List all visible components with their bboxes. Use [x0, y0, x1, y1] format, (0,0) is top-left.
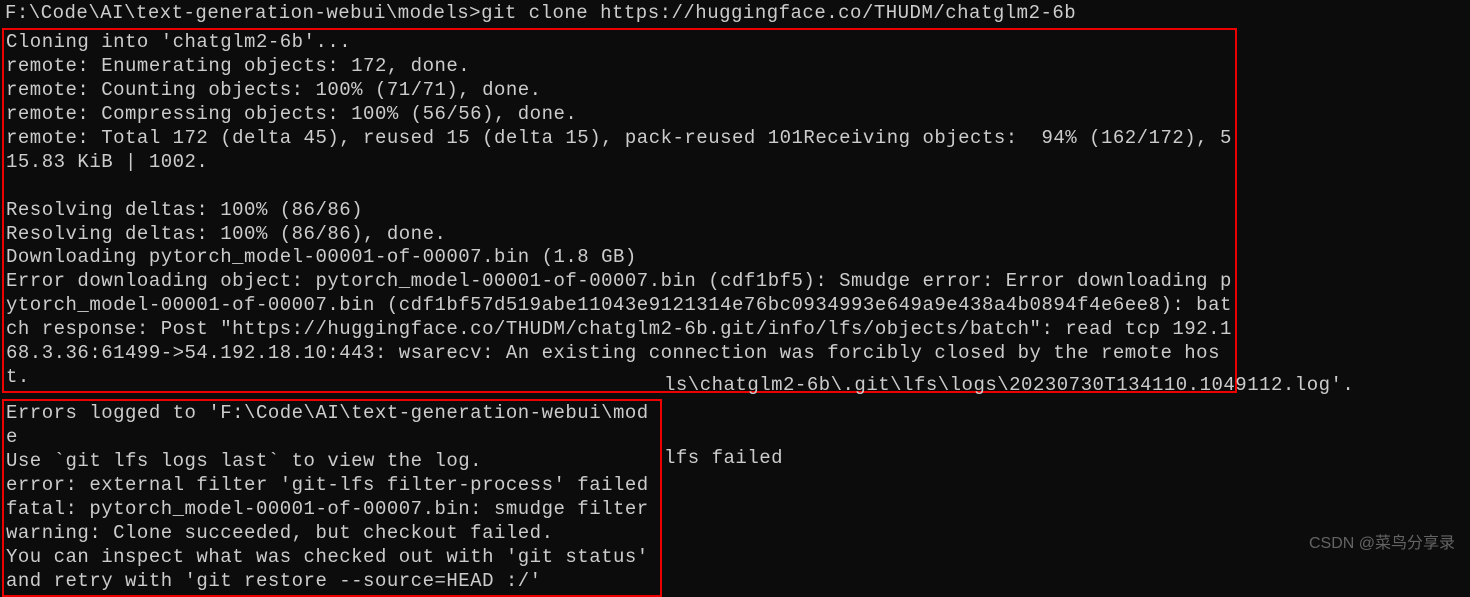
terminal-output: warning: Clone succeeded, but checkout f…	[6, 522, 658, 546]
terminal-output: remote: Compressing objects: 100% (56/56…	[6, 103, 1233, 127]
terminal-output: Use `git lfs logs last` to view the log.	[6, 450, 658, 474]
terminal-output: Cloning into 'chatglm2-6b'...	[6, 31, 1233, 55]
terminal-output: Errors logged to 'F:\Code\AI\text-genera…	[6, 402, 658, 450]
terminal-output: and retry with 'git restore --source=HEA…	[6, 570, 658, 594]
overflow-text: ls\chatglm2-6b\.git\lfs\logs\20230730T13…	[664, 374, 1354, 398]
command-prompt-line: F:\Code\AI\text-generation-webui\models>…	[2, 2, 1468, 26]
terminal-output: remote: Total 172 (delta 45), reused 15 …	[6, 127, 1233, 175]
prompt-path: F:\Code\AI\text-generation-webui\models>	[5, 2, 481, 24]
watermark-text: CSDN @菜鸟分享录	[1309, 534, 1455, 554]
prompt-command: git clone https://huggingface.co/THUDM/c…	[481, 2, 1076, 24]
terminal-output: remote: Counting objects: 100% (71/71), …	[6, 79, 1233, 103]
terminal-output: error: external filter 'git-lfs filter-p…	[6, 474, 658, 498]
terminal-output: You can inspect what was checked out wit…	[6, 546, 658, 570]
terminal-output: remote: Enumerating objects: 172, done.	[6, 55, 1233, 79]
terminal-output: Resolving deltas: 100% (86/86)	[6, 199, 1233, 223]
terminal-output: fatal: pytorch_model-00001-of-00007.bin:…	[6, 498, 658, 522]
highlight-box-1: Cloning into 'chatglm2-6b'... remote: En…	[2, 28, 1237, 393]
terminal-output: Error downloading object: pytorch_model-…	[6, 270, 1233, 390]
terminal-output: Resolving deltas: 100% (86/86), done.	[6, 223, 1233, 247]
overflow-text: lfs failed	[664, 447, 783, 471]
highlight-box-2: Errors logged to 'F:\Code\AI\text-genera…	[2, 399, 662, 597]
blank-line	[6, 175, 1233, 199]
terminal-output: Downloading pytorch_model-00001-of-00007…	[6, 246, 1233, 270]
